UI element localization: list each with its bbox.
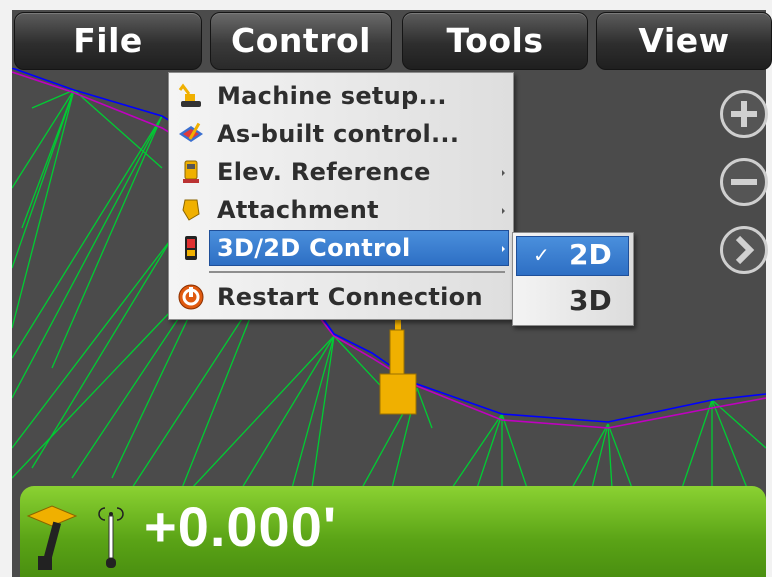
menu-item-label: Restart Connection [217, 283, 483, 311]
machine-marker [379, 316, 417, 415]
gnss-receiver-icon[interactable] [24, 496, 84, 576]
submenu-arrow-icon [502, 170, 505, 176]
excavator-icon [178, 83, 201, 107]
submenu-item-2d[interactable]: ✓ 2D [513, 233, 633, 277]
restart-icon [178, 284, 204, 310]
menu-separator [209, 271, 505, 273]
menu-item-label: As-built control... [217, 120, 460, 148]
submenu-arrow-icon [502, 246, 505, 252]
menu-item-label: 3D/2D Control [217, 234, 411, 262]
menu-tools[interactable]: Tools [402, 12, 588, 70]
menu-item-3d-2d-control[interactable]: 3D/2D Control [169, 229, 513, 267]
submenu-item-3d[interactable]: 3D [513, 279, 633, 323]
status-bar: +0.000' [20, 486, 766, 577]
menu-item-as-built-control[interactable]: As-built control... [169, 115, 513, 153]
menu-item-label: Elev. Reference [217, 158, 431, 186]
submenu-item-label: 3D [569, 284, 612, 317]
menu-item-machine-setup[interactable]: Machine setup... [169, 77, 513, 115]
menu-item-label: Attachment [217, 196, 379, 224]
control-mode-submenu: ✓ 2D 3D [512, 232, 634, 326]
menu-item-elev-reference[interactable]: Elev. Reference [169, 153, 513, 191]
screen: File Control Tools View Machine setup...… [0, 0, 772, 577]
frame-right [766, 0, 772, 577]
menu-item-attachment[interactable]: Attachment [169, 191, 513, 229]
menu-control[interactable]: Control [210, 12, 392, 70]
control-menu: Machine setup... As-built control... Ele… [168, 72, 514, 320]
zoom-out-button[interactable] [720, 158, 768, 206]
elevation-offset-value: +0.000' [144, 495, 338, 558]
plus-icon [731, 101, 757, 127]
frame-top [0, 0, 772, 10]
menu-view[interactable]: View [596, 12, 772, 70]
check-icon: ✓ [533, 243, 550, 267]
as-built-icon [179, 122, 203, 142]
control-unit-icon [185, 236, 197, 260]
menu-item-restart-connection[interactable]: Restart Connection [169, 278, 513, 316]
radio-antenna-icon [98, 507, 124, 568]
menu-item-label: Machine setup... [217, 82, 447, 110]
submenu-arrow-icon [502, 208, 505, 214]
frame-left [0, 0, 12, 577]
next-view-button[interactable] [720, 226, 768, 274]
menu-file[interactable]: File [14, 12, 202, 70]
zoom-in-button[interactable] [720, 90, 768, 138]
menubar: File Control Tools View [12, 10, 772, 70]
bucket-icon [182, 199, 200, 221]
submenu-item-label: 2D [569, 238, 612, 271]
chevron-right-icon [735, 235, 755, 265]
elevation-reference-icon [183, 160, 199, 183]
minus-icon [731, 179, 757, 185]
